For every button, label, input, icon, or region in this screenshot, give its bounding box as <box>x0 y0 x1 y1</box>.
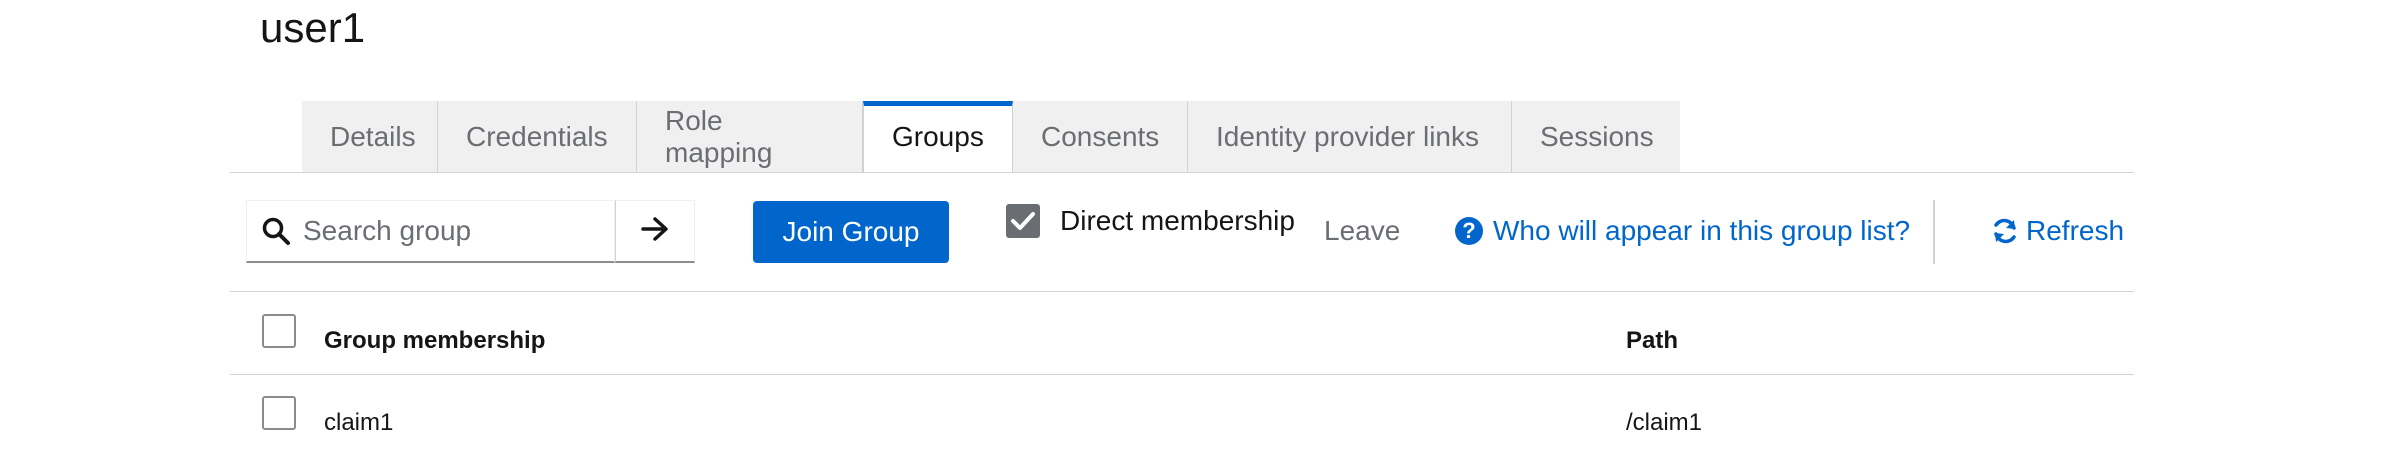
tab-identity-provider-links[interactable]: Identity provider links <box>1188 101 1512 173</box>
page-title: user1 <box>260 4 366 51</box>
search-group-field[interactable] <box>246 200 615 263</box>
tabs-divider <box>230 172 2134 173</box>
search-icon <box>261 216 291 246</box>
tab-consents[interactable]: Consents <box>1013 101 1188 173</box>
direct-membership-label: Direct membership <box>1060 205 1295 236</box>
join-group-button[interactable]: Join Group <box>753 201 949 263</box>
direct-membership-checkbox[interactable] <box>1006 204 1040 238</box>
refresh-label: Refresh <box>2026 215 2125 246</box>
direct-membership-toggle[interactable]: Direct membership <box>1006 204 1295 238</box>
select-all-checkbox[interactable] <box>262 314 296 348</box>
refresh-button[interactable]: Refresh <box>1990 215 2124 247</box>
tab-groups[interactable]: Groups <box>863 101 1013 173</box>
search-input[interactable] <box>303 215 603 247</box>
arrow-right-icon <box>641 216 669 247</box>
group-path-cell: /claim1 <box>1626 409 1703 436</box>
help-link-label: Who will appear in this group list? <box>1493 215 1911 246</box>
tab-sessions[interactable]: Sessions <box>1512 101 1680 173</box>
table-header-divider <box>230 374 2134 375</box>
column-header-group-membership: Group membership <box>324 327 546 354</box>
check-icon <box>1011 212 1035 230</box>
tab-role-mapping[interactable]: Role mapping <box>637 101 863 173</box>
tab-credentials[interactable]: Credentials <box>438 101 637 173</box>
sync-icon <box>1990 216 2020 246</box>
column-header-path: Path <box>1626 327 1679 354</box>
tab-bar: Details Credentials Role mapping Groups … <box>302 101 1680 173</box>
question-circle-icon: ? <box>1455 217 1483 245</box>
toolbar-divider <box>230 291 2134 292</box>
toolbar-separator <box>1933 200 1935 264</box>
leave-button[interactable]: Leave <box>1324 215 1400 247</box>
group-list-help-link[interactable]: ? Who will appear in this group list? <box>1455 215 1910 247</box>
tab-details[interactable]: Details <box>302 101 438 173</box>
group-name-cell: claim1 <box>324 409 394 436</box>
search-submit-button[interactable] <box>615 200 695 263</box>
row-checkbox[interactable] <box>262 396 296 430</box>
